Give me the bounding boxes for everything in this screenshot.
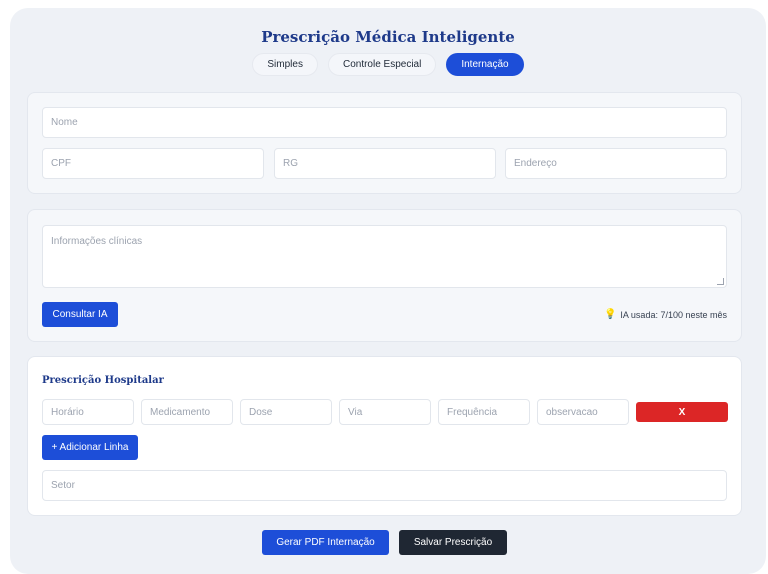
via-input[interactable]: Via: [339, 399, 431, 425]
clinical-info-textarea[interactable]: Informações clínicas: [42, 225, 727, 288]
clinical-info-placeholder: Informações clínicas: [51, 236, 143, 247]
ai-usage-text: IA usada: 7/100 neste mês: [620, 309, 727, 320]
observacao-input[interactable]: observacao: [537, 399, 629, 425]
page-title: Prescrição Médica Inteligente: [261, 28, 515, 46]
add-line-button[interactable]: + Adicionar Linha: [42, 435, 138, 460]
remove-row-button[interactable]: X: [636, 402, 728, 422]
resize-handle-icon[interactable]: [717, 278, 724, 285]
cpf-input[interactable]: CPF: [42, 148, 264, 179]
tab-internacao[interactable]: Internação: [446, 53, 524, 76]
setor-input[interactable]: Setor: [42, 470, 727, 501]
hospital-prescription-card: Prescrição Hospitalar Horário Medicament…: [27, 356, 742, 516]
tab-simples[interactable]: Simples: [252, 53, 318, 76]
frequencia-input[interactable]: Frequência: [438, 399, 530, 425]
lightbulb-icon: 💡: [603, 309, 617, 320]
horario-input[interactable]: Horário: [42, 399, 134, 425]
address-input[interactable]: Endereço: [505, 148, 727, 179]
rg-input[interactable]: RG: [274, 148, 496, 179]
ai-usage-status: 💡 IA usada: 7/100 neste mês: [604, 309, 727, 320]
save-prescription-button[interactable]: Salvar Prescrição: [399, 530, 507, 555]
medicamento-input[interactable]: Medicamento: [141, 399, 233, 425]
section-title: Prescrição Hospitalar: [42, 375, 164, 386]
tab-controle-especial[interactable]: Controle Especial: [327, 53, 437, 76]
prescription-type-tabs: Simples Controle Especial Internação: [10, 53, 766, 76]
clinical-card: Informações clínicas Consultar IA 💡 IA u…: [27, 209, 742, 342]
generate-pdf-button[interactable]: Gerar PDF Internação: [262, 530, 389, 555]
dose-input[interactable]: Dose: [240, 399, 332, 425]
consult-ai-button[interactable]: Consultar IA: [42, 302, 118, 327]
patient-card: Nome CPF RG Endereço: [27, 92, 742, 194]
name-input[interactable]: Nome: [42, 107, 727, 138]
app-container: Prescrição Médica Inteligente Simples Co…: [10, 8, 766, 574]
